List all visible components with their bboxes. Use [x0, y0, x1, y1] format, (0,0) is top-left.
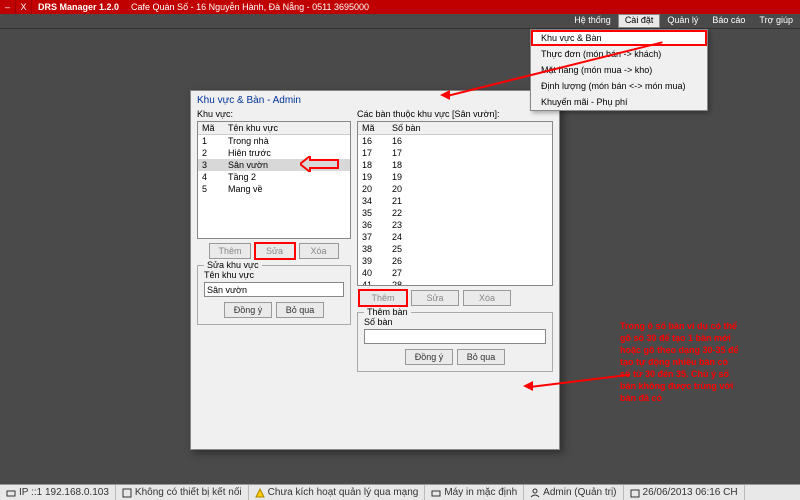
table-row[interactable]: 3724: [358, 231, 552, 243]
printer-icon: [431, 488, 441, 498]
edit-area-ok-button[interactable]: Đồng ý: [224, 302, 272, 318]
add-table-ok-button[interactable]: Đồng ý: [405, 349, 453, 365]
menu-cài-đặt[interactable]: Cài đặt: [618, 14, 661, 28]
menubar: Hệ thốngCài đặtQuản lýBáo cáoTrợ giúp: [0, 14, 800, 29]
annotation-arrow-3-head: [523, 381, 533, 391]
add-table-groupbox: Thêm bàn Số bàn Đồng ý Bỏ qua: [357, 312, 553, 372]
status-user: Admin (Quản trị): [524, 485, 623, 500]
statusbar: IP ::1 192.168.0.103 Không có thiết bị k…: [0, 484, 800, 500]
table-row[interactable]: 4128: [358, 279, 552, 286]
table-delete-button[interactable]: Xóa: [463, 290, 511, 306]
minimize-button[interactable]: –: [0, 0, 16, 14]
app-title: DRS Manager 1.2.0: [32, 2, 119, 12]
table-row[interactable]: 3421: [358, 195, 552, 207]
annotation-arrow-1-head: [440, 90, 450, 100]
dropdown-item-0[interactable]: Khu vực & Bàn: [531, 30, 707, 46]
app-subtitle: Cafe Quán Số - 16 Nguyễn Hành, Đà Nẵng -…: [119, 2, 369, 12]
area-delete-button[interactable]: Xóa: [299, 243, 339, 259]
area-edit-button[interactable]: Sửa: [255, 243, 295, 259]
user-icon: [530, 488, 540, 498]
table-row[interactable]: 3926: [358, 255, 552, 267]
area-table-dialog: Khu vực & Bàn - Admin X Khu vực: Mã Tên …: [190, 90, 560, 450]
table-col-ma: Mã: [358, 122, 388, 135]
table-row[interactable]: 3623: [358, 219, 552, 231]
area-row[interactable]: 4Tầng 2: [198, 171, 350, 183]
area-section-label: Khu vực:: [197, 109, 351, 119]
table-section-label: Các bàn thuộc khu vực [Sân vườn]:: [357, 109, 553, 119]
calendar-icon: [630, 488, 640, 498]
table-row[interactable]: 1818: [358, 159, 552, 171]
area-add-button[interactable]: Thêm: [209, 243, 250, 259]
table-row[interactable]: 2020: [358, 183, 552, 195]
table-row[interactable]: 1717: [358, 147, 552, 159]
dialog-titlebar: Khu vực & Bàn - Admin X: [191, 91, 559, 109]
status-printer: Máy in mặc định: [425, 485, 524, 500]
menu-báo-cáo[interactable]: Báo cáo: [705, 14, 752, 28]
area-row[interactable]: 1Trong nhà: [198, 135, 350, 148]
dialog-title: Khu vực & Bàn - Admin: [197, 95, 301, 106]
dropdown-item-4[interactable]: Khuyến mãi - Phụ phí: [531, 94, 707, 110]
edit-area-cancel-button[interactable]: Bỏ qua: [276, 302, 324, 318]
menu-trợ-giúp[interactable]: Trợ giúp: [752, 14, 800, 28]
status-device: Không có thiết bị kết nối: [116, 485, 249, 500]
network-icon: [6, 488, 16, 498]
table-edit-button[interactable]: Sửa: [411, 290, 459, 306]
edit-area-field-label: Tên khu vực: [204, 270, 344, 280]
menu-hệ-thống[interactable]: Hệ thống: [567, 14, 618, 28]
status-network: Chưa kích hoạt quản lý qua mạng: [249, 485, 426, 500]
dropdown-item-2[interactable]: Mặt hàng (món mua -> kho): [531, 62, 707, 78]
add-table-title: Thêm bàn: [364, 307, 411, 317]
warning-icon: [255, 488, 265, 498]
table-listbox[interactable]: Mã Số bàn 161617171818191920203421352236…: [357, 121, 553, 286]
annotation-arrow-2: [300, 156, 340, 172]
status-datetime: 26/06/2013 06:16 CH: [624, 485, 745, 500]
settings-dropdown: Khu vực & BànThực đơn (món bán -> khách)…: [530, 29, 708, 111]
status-ip: IP ::1 192.168.0.103: [0, 485, 116, 500]
table-add-button[interactable]: Thêm: [359, 290, 407, 306]
menu-quản-lý[interactable]: Quản lý: [660, 14, 705, 28]
add-table-field-label: Số bàn: [364, 317, 546, 327]
edit-area-title: Sửa khu vực: [204, 260, 262, 270]
close-button[interactable]: X: [16, 0, 32, 14]
table-row[interactable]: 4027: [358, 267, 552, 279]
edit-area-groupbox: Sửa khu vực Tên khu vực Đồng ý Bỏ qua: [197, 265, 351, 325]
table-row[interactable]: 1616: [358, 135, 552, 148]
table-row[interactable]: 3825: [358, 243, 552, 255]
dropdown-item-3[interactable]: Định lượng (món bán <-> món mua): [531, 78, 707, 94]
area-col-ten: Tên khu vực: [224, 122, 350, 135]
table-col-soban: Số bàn: [388, 122, 552, 135]
titlebar: – X DRS Manager 1.2.0 Cafe Quán Số - 16 …: [0, 0, 800, 14]
area-row[interactable]: 5Mang về: [198, 183, 350, 195]
table-row[interactable]: 3522: [358, 207, 552, 219]
annotation-note: Trong ô số bàn ví dụ có thể gõ số 30 để …: [620, 320, 740, 404]
device-icon: [122, 488, 132, 498]
table-row[interactable]: 1919: [358, 171, 552, 183]
add-table-cancel-button[interactable]: Bỏ qua: [457, 349, 505, 365]
area-listbox[interactable]: Mã Tên khu vực 1Trong nhà2Hiên trước3Sân…: [197, 121, 351, 239]
edit-area-input[interactable]: [204, 282, 344, 297]
add-table-input[interactable]: [364, 329, 546, 344]
area-col-ma: Mã: [198, 122, 224, 135]
